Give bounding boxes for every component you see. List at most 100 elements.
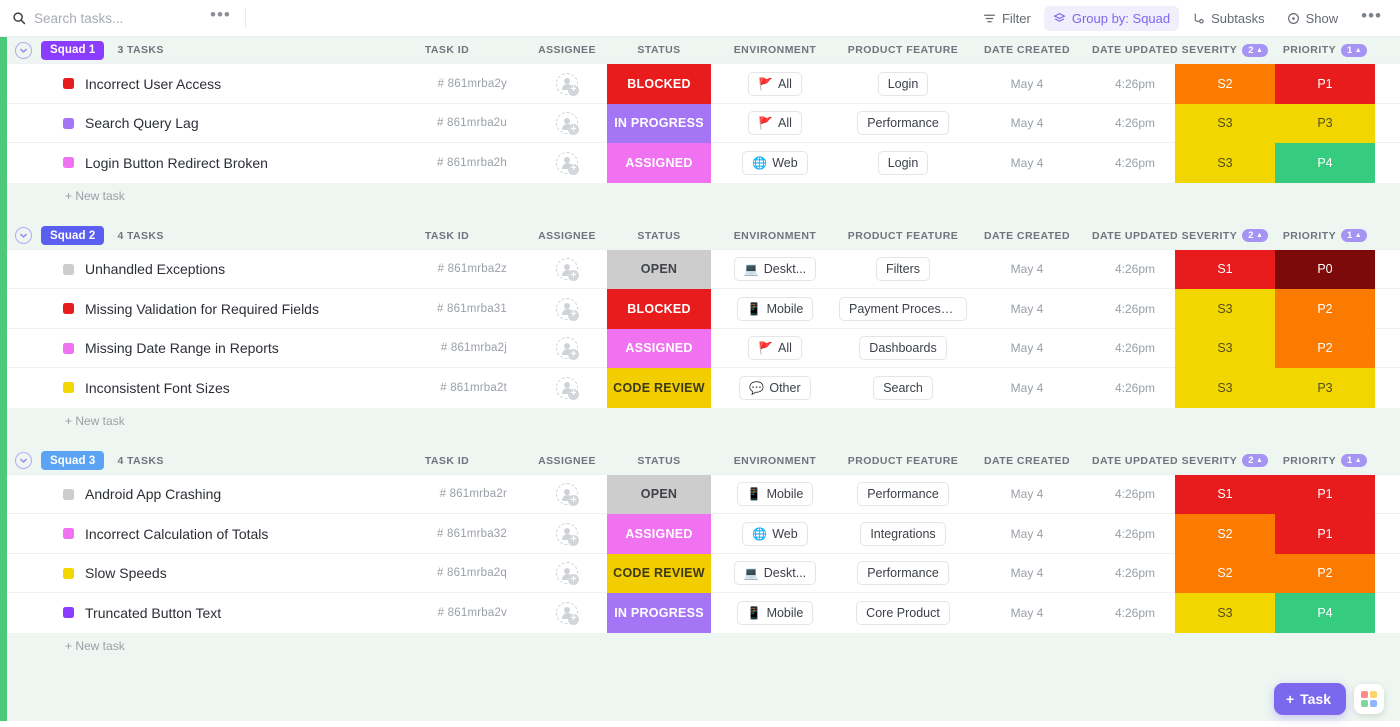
priority-cell[interactable]: P1 <box>1275 64 1375 104</box>
avatar[interactable]: + <box>556 258 579 282</box>
collapse-group-button[interactable] <box>15 452 32 469</box>
date-created-cell[interactable]: May 4 <box>967 514 1087 554</box>
group-name-badge[interactable]: Squad 1 <box>41 40 105 60</box>
product-feature-pill[interactable]: Search <box>873 375 933 400</box>
product-feature-pill[interactable]: Performance <box>857 561 949 586</box>
avatar[interactable]: + <box>556 297 579 321</box>
avatar[interactable]: + <box>556 337 579 361</box>
table-row[interactable]: Inconsistent Font Sizes # 861mrba2t + CODE … <box>7 368 1400 408</box>
environment-pill[interactable]: 💻 Deskt... <box>733 257 817 282</box>
group-name-badge[interactable]: Squad 2 <box>41 226 105 245</box>
assignee-cell[interactable]: + <box>532 250 602 290</box>
severity-cell[interactable]: S3 <box>1175 328 1275 368</box>
environment-cell[interactable]: 📱 Mobile <box>719 593 831 633</box>
environment-cell[interactable]: 🚩 All <box>719 329 831 369</box>
date-created-cell[interactable]: May 4 <box>967 554 1087 594</box>
priority-cell[interactable]: P3 <box>1275 103 1375 143</box>
product-feature-pill[interactable]: Dashboards <box>859 336 947 361</box>
avatar[interactable]: + <box>556 376 579 400</box>
assignee-cell[interactable]: + <box>532 475 602 515</box>
task-id-cell[interactable]: # 861mrba2z <box>387 250 507 290</box>
new-task-row[interactable]: + New task <box>7 408 1400 434</box>
product-feature-cell[interactable]: Integrations <box>839 514 967 554</box>
severity-cell[interactable]: S3 <box>1175 593 1275 633</box>
status-cell[interactable]: BLOCKED <box>607 64 711 104</box>
avatar[interactable]: + <box>556 151 579 175</box>
column-header-date-created[interactable]: DATE CREATED <box>967 230 1087 242</box>
search-more-button[interactable]: ••• <box>204 6 245 26</box>
column-header-assignee[interactable]: ASSIGNEE <box>532 44 602 56</box>
environment-cell[interactable]: 📱 Mobile <box>719 475 831 515</box>
assignee-cell[interactable]: + <box>532 289 602 329</box>
search-input[interactable] <box>34 10 204 26</box>
priority-cell[interactable]: P4 <box>1275 143 1375 183</box>
sort-badge[interactable]: 2 ▲ <box>1242 229 1269 242</box>
task-status-dot[interactable] <box>63 488 74 500</box>
avatar[interactable]: + <box>556 522 579 546</box>
group-by-button[interactable]: Group by: Squad <box>1043 5 1180 31</box>
task-id-cell[interactable]: # 861mrba2r <box>387 475 507 515</box>
task-status-dot[interactable] <box>63 157 74 169</box>
severity-cell[interactable]: S3 <box>1175 289 1275 329</box>
severity-cell[interactable]: S1 <box>1175 249 1275 289</box>
column-header-priority[interactable]: PRIORITY 1 ▲ <box>1267 454 1383 467</box>
subtasks-button[interactable]: Subtasks <box>1183 6 1273 31</box>
environment-pill[interactable]: 💻 Deskt... <box>733 561 817 586</box>
column-header-priority[interactable]: PRIORITY 1 ▲ <box>1267 43 1383 57</box>
product-feature-pill[interactable]: Payment Processi... <box>839 296 967 321</box>
apps-grid-fab[interactable] <box>1354 684 1384 714</box>
priority-cell[interactable]: P4 <box>1275 593 1375 633</box>
column-header-product-feature[interactable]: PRODUCT FEATURE <box>839 44 967 56</box>
task-id-cell[interactable]: # 861mrba2j <box>387 329 507 369</box>
severity-cell[interactable]: S2 <box>1175 553 1275 593</box>
product-feature-pill[interactable]: Integrations <box>860 521 946 546</box>
column-header-environment[interactable]: ENVIRONMENT <box>719 44 831 56</box>
column-header-priority[interactable]: PRIORITY 1 ▲ <box>1267 229 1383 242</box>
task-id-cell[interactable]: # 861mrba2u <box>387 104 507 144</box>
column-header-severity[interactable]: SEVERITY 2 ▲ <box>1167 43 1283 57</box>
task-id-cell[interactable]: # 861mrba2v <box>387 593 507 633</box>
column-header-product-feature[interactable]: PRODUCT FEATURE <box>839 455 967 467</box>
sort-badge[interactable]: 1 ▲ <box>1341 454 1368 467</box>
task-name-cell[interactable]: Missing Date Range in Reports <box>85 329 375 369</box>
product-feature-pill[interactable]: Login <box>877 71 929 96</box>
task-status-dot[interactable] <box>63 607 74 619</box>
status-cell[interactable]: ASSIGNED <box>607 514 711 554</box>
product-feature-cell[interactable]: Payment Processi... <box>839 289 967 329</box>
assignee-cell[interactable]: + <box>532 514 602 554</box>
column-header-task-id[interactable]: TASK ID <box>387 230 507 242</box>
environment-cell[interactable]: 📱 Mobile <box>719 289 831 329</box>
column-header-assignee[interactable]: ASSIGNEE <box>532 455 602 467</box>
environment-cell[interactable]: 🚩 All <box>719 64 831 104</box>
priority-cell[interactable]: P1 <box>1275 514 1375 554</box>
environment-pill[interactable]: 📱 Mobile <box>736 600 814 625</box>
task-id-cell[interactable]: # 861mrba2h <box>387 143 507 183</box>
column-header-severity[interactable]: SEVERITY 2 ▲ <box>1167 454 1283 467</box>
new-task-row[interactable]: + New task <box>7 633 1400 659</box>
task-status-dot[interactable] <box>63 303 74 315</box>
column-header-severity[interactable]: SEVERITY 2 ▲ <box>1167 229 1283 242</box>
status-cell[interactable]: ASSIGNED <box>607 143 711 183</box>
avatar[interactable]: + <box>556 112 579 136</box>
environment-pill[interactable]: 📱 Mobile <box>736 482 814 507</box>
column-header-task-id[interactable]: TASK ID <box>387 44 507 56</box>
assignee-cell[interactable]: + <box>532 143 602 183</box>
priority-cell[interactable]: P3 <box>1275 368 1375 408</box>
new-task-fab[interactable]: + Task <box>1273 683 1346 715</box>
column-header-task-id[interactable]: TASK ID <box>387 455 507 467</box>
table-row[interactable]: Login Button Redirect Broken # 861mrba2h +… <box>7 143 1400 183</box>
column-header-product-feature[interactable]: PRODUCT FEATURE <box>839 230 967 242</box>
assignee-cell[interactable]: + <box>532 554 602 594</box>
column-header-assignee[interactable]: ASSIGNEE <box>532 230 602 242</box>
status-cell[interactable]: OPEN <box>607 249 711 289</box>
product-feature-cell[interactable]: Performance <box>839 554 967 594</box>
table-row[interactable]: Incorrect User Access # 861mrba2y + BLOCKED… <box>7 64 1400 104</box>
status-cell[interactable]: BLOCKED <box>607 289 711 329</box>
task-name-cell[interactable]: Slow Speeds <box>85 554 375 594</box>
task-status-dot[interactable] <box>63 567 74 579</box>
status-cell[interactable]: IN PROGRESS <box>607 103 711 143</box>
column-header-environment[interactable]: ENVIRONMENT <box>719 455 831 467</box>
severity-cell[interactable]: S2 <box>1175 64 1275 104</box>
table-row[interactable]: Unhandled Exceptions # 861mrba2z + OPEN 💻 Des… <box>7 249 1400 290</box>
date-created-cell[interactable]: May 4 <box>967 368 1087 408</box>
